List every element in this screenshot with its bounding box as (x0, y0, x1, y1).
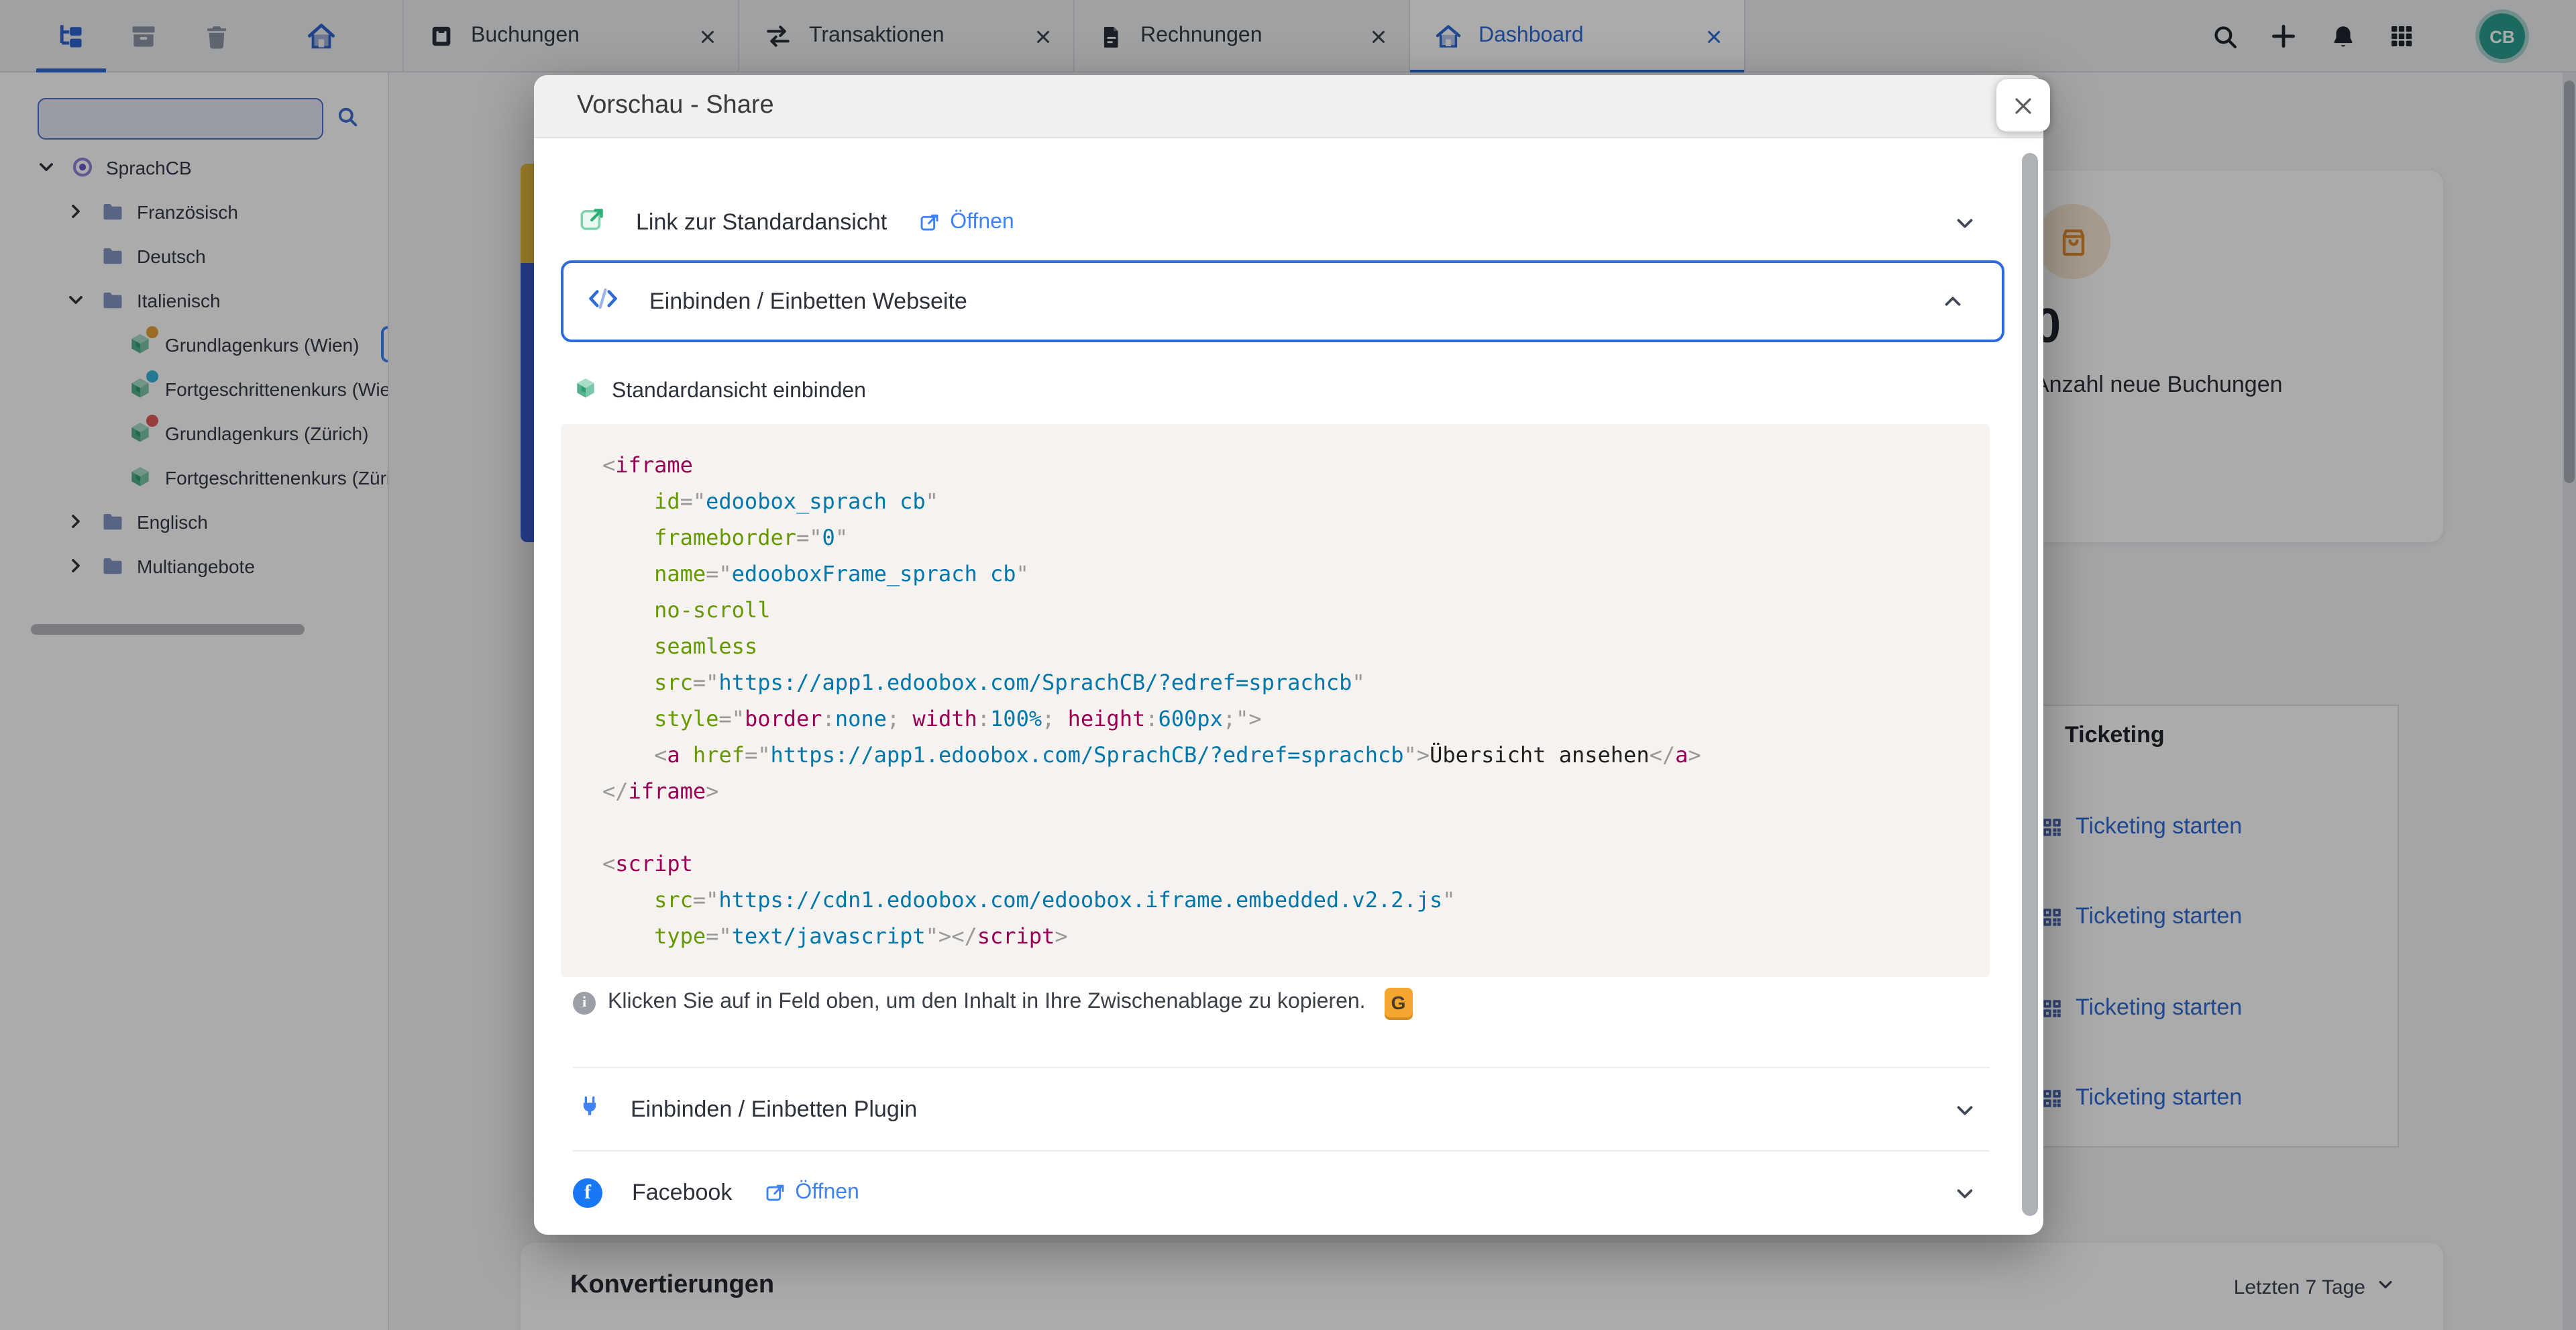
embed-subheading-row: Standardansicht einbinden (573, 373, 866, 411)
chevron-up-icon[interactable] (1941, 290, 1964, 313)
copy-hint-text: Klicken Sie auf in Feld oben, um den Inh… (608, 990, 1366, 1015)
chevron-down-icon[interactable] (1953, 1182, 1976, 1205)
external-link-green-icon (578, 205, 606, 240)
modal-header: Vorschau - Share (534, 75, 2043, 138)
accordion-row-link[interactable]: Link zur Standardansicht Öffnen (578, 185, 1976, 260)
divider (573, 1150, 1990, 1152)
row-label: Link zur Standardansicht (636, 209, 887, 236)
accordion-row-embed-website[interactable]: Einbinden / Einbetten Webseite (561, 260, 2004, 342)
app-viewport: BuchungenTransaktionenRechnungenDashboar… (0, 0, 2576, 1330)
code-line: <iframe (602, 447, 1963, 483)
open-link[interactable]: Öffnen (919, 211, 1014, 235)
open-link-label: Öffnen (950, 211, 1014, 235)
copy-hint-row: i Klicken Sie auf in Feld oben, um den I… (573, 985, 1413, 1020)
facebook-icon: f (573, 1178, 602, 1208)
modal-scrollbar-thumb[interactable] (2022, 153, 2038, 1216)
plug-icon (578, 1092, 601, 1127)
cube-icon (573, 376, 598, 408)
code-line: seamless (602, 628, 1963, 664)
modal-title: Vorschau - Share (577, 91, 774, 121)
row-label: Facebook (632, 1180, 732, 1207)
modal-close-button[interactable] (1996, 79, 2050, 132)
row-label: Einbinden / Einbetten Webseite (649, 288, 967, 315)
code-line: src="https://cdn1.edoobox.com/edoobox.if… (602, 882, 1963, 918)
code-line (602, 809, 1963, 846)
open-link-label: Öffnen (795, 1181, 859, 1205)
open-link[interactable]: Öffnen (764, 1181, 859, 1205)
grammar-badge[interactable]: G (1385, 988, 1413, 1017)
code-icon (586, 284, 620, 319)
share-preview-modal: Vorschau - Share Link zur Standardansich… (534, 75, 2043, 1235)
code-line: frameborder="0" (602, 519, 1963, 556)
divider (573, 1067, 1990, 1068)
code-line: </iframe> (602, 773, 1963, 809)
accordion-row-embed-plugin[interactable]: Einbinden / Einbetten Plugin (578, 1072, 1976, 1147)
embed-subheading: Standardansicht einbinden (612, 380, 866, 404)
accordion-row-facebook[interactable]: f Facebook Öffnen (573, 1156, 1976, 1231)
chevron-down-icon[interactable] (1953, 1098, 1976, 1121)
embed-code[interactable]: <iframe id="edoobox_sprach cb" framebord… (561, 424, 1990, 977)
code-line: name="edooboxFrame_sprach cb" (602, 556, 1963, 592)
chevron-down-icon[interactable] (1953, 211, 1976, 234)
code-line: id="edoobox_sprach cb" (602, 483, 1963, 519)
code-line: type="text/javascript"></script> (602, 918, 1963, 954)
code-line: <script (602, 846, 1963, 882)
info-icon: i (573, 991, 596, 1014)
code-line: no-scroll (602, 592, 1963, 628)
code-line: style="border:none; width:100%; height:6… (602, 701, 1963, 737)
code-line: src="https://app1.edoobox.com/SprachCB/?… (602, 664, 1963, 701)
code-line: <a href="https://app1.edoobox.com/Sprach… (602, 737, 1963, 773)
row-label: Einbinden / Einbetten Plugin (631, 1096, 917, 1123)
